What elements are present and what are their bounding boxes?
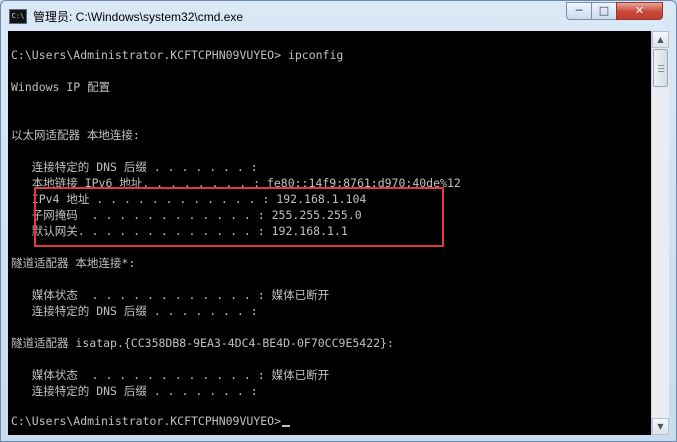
minimize-icon: ─: [575, 4, 583, 17]
grip-line: [658, 68, 664, 69]
console-line: 媒体状态 . . . . . . . . . . . . : 媒体已断开: [11, 368, 330, 382]
scroll-down-button[interactable]: ▼: [652, 418, 669, 435]
scroll-up-icon: ▲: [657, 35, 664, 44]
minimize-button[interactable]: ─: [566, 2, 592, 20]
vertical-scrollbar[interactable]: ▲ ▼: [651, 31, 669, 435]
close-icon: ✕: [634, 4, 645, 17]
cmd-app-icon[interactable]: C:\: [9, 9, 27, 24]
console-line: 以太网适配器 本地连接:: [11, 128, 140, 142]
console-line: C:\Users\Administrator.KCFTCPHN09VUYEO> …: [11, 48, 344, 62]
grip-line: [658, 65, 664, 66]
console-line: 连接特定的 DNS 后缀 . . . . . . . :: [11, 304, 258, 318]
prompt-line: C:\Users\Administrator.KCFTCPHN09VUYEO>: [11, 413, 291, 429]
cmd-window: C:\ 管理员: C:\Windows\system32\cmd.exe ─ □…: [0, 0, 677, 442]
close-button[interactable]: ✕: [616, 2, 663, 20]
maximize-icon: □: [598, 4, 610, 17]
title-bar[interactable]: C:\ 管理员: C:\Windows\system32\cmd.exe ─ □…: [1, 1, 676, 31]
maximize-button[interactable]: □: [591, 2, 617, 20]
console-line: Windows IP 配置: [11, 80, 111, 94]
console-line: 连接特定的 DNS 后缀 . . . . . . . :: [11, 160, 258, 174]
scroll-down-icon: ▼: [657, 422, 664, 431]
highlight-box: [34, 187, 444, 247]
grip-line: [658, 71, 664, 72]
console-output[interactable]: C:\Users\Administrator.KCFTCPHN09VUYEO> …: [8, 31, 651, 435]
scroll-thumb[interactable]: [653, 49, 668, 87]
prompt-text: C:\Users\Administrator.KCFTCPHN09VUYEO>: [11, 414, 282, 428]
console-line: 媒体状态 . . . . . . . . . . . . : 媒体已断开: [11, 288, 330, 302]
scroll-up-button[interactable]: ▲: [652, 31, 669, 48]
window-title: 管理员: C:\Windows\system32\cmd.exe: [33, 10, 244, 24]
text-cursor: [282, 425, 291, 427]
console-line: 隧道适配器 isatap.{CC358DB8-9EA3-4DC4-BE4D-0F…: [11, 336, 394, 350]
console-line: 隧道适配器 本地连接*:: [11, 256, 136, 270]
console-line: 连接特定的 DNS 后缀 . . . . . . . :: [11, 384, 258, 398]
